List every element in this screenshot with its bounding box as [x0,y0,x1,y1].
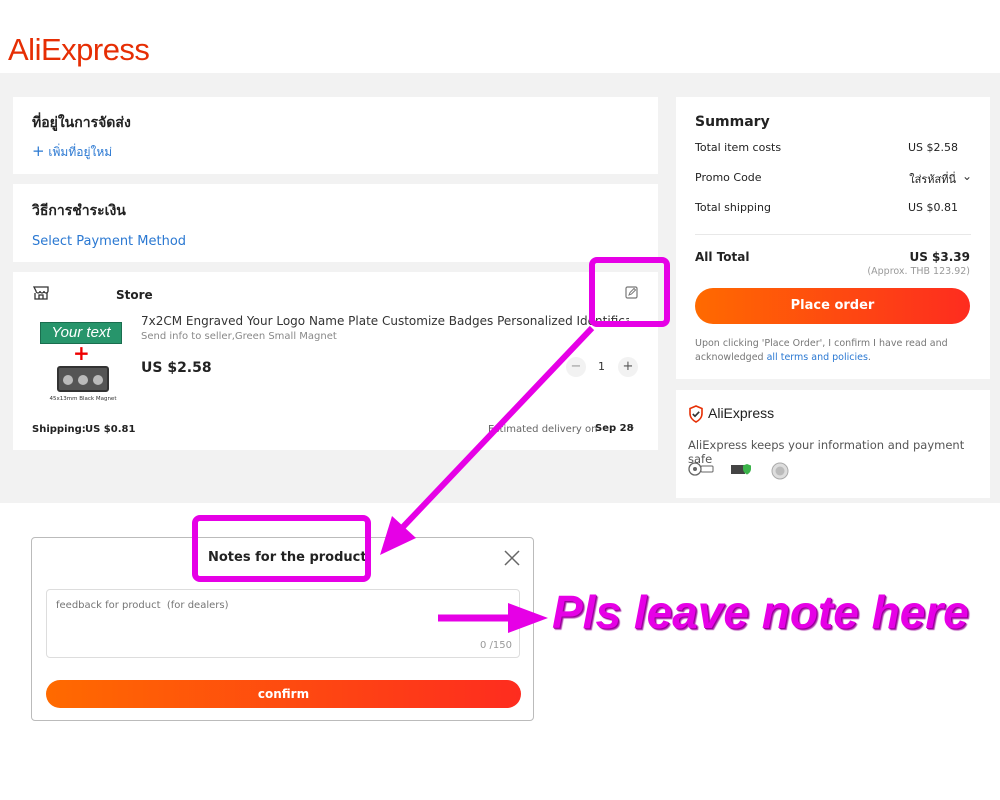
delivery-label: Estimated delivery on [488,424,598,435]
place-order-button[interactable]: Place order [695,288,970,324]
terms-link[interactable]: all terms and policies [767,352,868,363]
card-security-icon [688,462,714,476]
store-name[interactable]: Store [116,288,153,302]
verified-seal-icon [771,462,789,480]
quantity-increase-button[interactable]: + [618,357,638,377]
close-icon[interactable] [503,549,521,567]
payment-method-card: วิธีการชำระเงิน Select Payment Method [13,184,658,262]
shipping-label: Shipping: [32,424,86,435]
add-address-link[interactable]: + เพิ่มที่อยู่ใหม่ [32,142,112,162]
total-shipping-label: Total shipping [695,201,771,214]
shield-check-icon [689,405,703,423]
shipping-address-card: ที่อยู่ในการจัดส่ง + เพิ่มที่อยู่ใหม่ [13,97,658,174]
thumbnail-plus: + [73,341,90,365]
product-variant: Send info to seller,Green Small Magnet [141,331,337,342]
confirm-button[interactable]: confirm [46,680,521,708]
plus-icon: + [32,142,45,160]
order-summary-card: Summary Total item costs US $2.58 Promo … [676,97,990,379]
chevron-right-icon[interactable]: › [630,421,634,434]
total-shipping-value: US $0.81 [907,201,958,214]
store-card: Store Your text + 45x13mm Black Magnet 7… [13,272,658,450]
legal-end: . [867,352,871,363]
add-address-label: เพิ่มที่อยู่ใหม่ [48,145,113,159]
annotation-text: Pls leave note here [552,586,969,638]
annotation-highlight-modal-title [192,515,371,582]
aliexpress-logo[interactable]: AliExpress [8,32,150,68]
product-thumbnail[interactable]: Your text + 45x13mm Black Magnet [40,322,126,406]
product-title[interactable]: 7x2CM Engraved Your Logo Name Plate Cust… [141,314,629,328]
summary-title: Summary [695,114,770,130]
product-note-textarea[interactable] [46,589,520,658]
payment-method-title: วิธีการชำระเงิน [32,203,126,219]
chevron-down-icon[interactable]: ⌄ [962,169,972,183]
promo-code-label: Promo Code [695,171,762,184]
character-counter: 0 /150 [480,640,512,651]
promo-code-input[interactable]: ใส่รหัสที่นี่ [909,170,956,188]
quantity-decrease-button[interactable]: − [566,357,586,377]
ssl-badge-icon [731,464,751,475]
store-icon [33,286,49,300]
delivery-date[interactable]: Sep 28 [595,423,634,434]
legal-notice: Upon clicking 'Place Order', I confirm I… [695,337,975,365]
all-total-value: US $3.39 [909,250,970,264]
quantity-value: 1 [598,360,605,373]
shipping-address-title: ที่อยู่ในการจัดส่ง [32,115,131,131]
shipping-value: US $0.81 [85,424,136,435]
item-costs-value: US $2.58 [907,141,958,154]
product-price: US $2.58 [141,360,212,376]
approx-total: (Approx. THB 123.92) [867,266,970,277]
safety-brand: AliExpress [708,405,775,421]
annotation-highlight-note-icon [589,257,670,327]
thumbnail-magnet [57,366,109,392]
thumbnail-caption: 45x13mm Black Magnet [49,396,117,402]
item-costs-label: Total item costs [695,141,782,154]
payment-safety-card: AliExpress AliExpress keeps your informa… [676,390,990,498]
select-payment-link[interactable]: Select Payment Method [32,234,186,249]
all-total-label: All Total [695,250,750,264]
summary-divider [695,234,971,235]
